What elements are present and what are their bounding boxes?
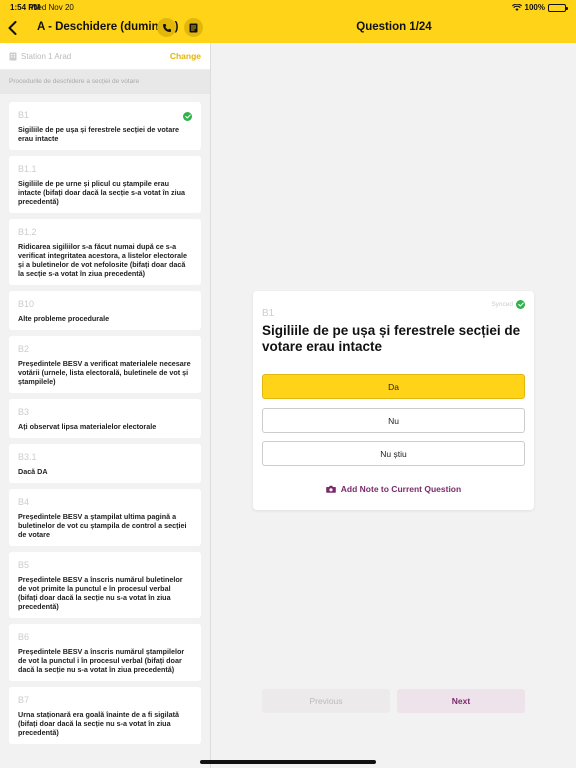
question-item-text: Urna staționară era goală înainte de a f… [18,710,179,737]
question-list-item[interactable]: B3 Ați observat lipsa materialelor electo… [9,399,201,438]
option-label: Nu [388,415,399,426]
question-list-item[interactable]: B1.2 Ridicarea sigiliilor s-a făcut numai… [9,219,201,285]
battery-icon [548,3,568,12]
section-title: Procedurile de deschidere a secției de v… [0,70,210,94]
option-nu-stiu[interactable]: Nu știu [262,441,525,466]
status-date: Wed Nov 20 [30,3,74,12]
status-bar: 1:54 PM Wed Nov 20 100% [0,0,576,14]
question-item-code: B1.2 [18,227,37,237]
sync-status: Synced [491,300,525,309]
question-item-code: B3.1 [18,452,37,462]
question-code: B1 [262,308,275,319]
guide-button[interactable] [184,18,203,37]
building-icon [9,52,17,60]
camera-icon [325,485,336,493]
question-item-code: B5 [18,560,30,570]
next-button[interactable]: Next [397,689,525,713]
question-list-item[interactable]: B3.1 Dacă DA [9,444,201,483]
question-list-item[interactable]: B1.1 Sigiliile de pe urne și plicul cu șt… [9,156,201,213]
previous-button[interactable]: Previous [262,689,390,713]
option-label: Da [388,381,399,392]
change-station-button[interactable]: Change [170,51,201,61]
question-item-code: B3 [18,407,30,417]
question-item-text: Președintele BESV a ștampilat ultima pag… [18,512,187,539]
question-item-text: Alte probleme procedurale [18,314,110,323]
phone-icon [162,23,171,32]
option-label: Nu știu [380,448,407,459]
question-list: B1 Sigiliile de pe ușa și ferestrele secț… [0,94,210,744]
question-item-text: Președintele BESV a înscris numărul ștam… [18,647,185,674]
wifi-icon [511,4,522,11]
sidebar: Station 1 Arad Change Procedurile de des… [0,43,211,768]
question-item-code: B10 [18,299,35,309]
question-item-text: Președintele BESV a verificat materialel… [18,359,191,386]
question-list-item[interactable]: B5 Președintele BESV a înscris numărul bu… [9,552,201,618]
question-item-code: B7 [18,695,30,705]
question-item-text: Ridicarea sigiliilor s-a făcut numai dup… [18,242,187,278]
question-list-item[interactable]: B7 Urna staționară era goală înainte de a… [9,687,201,744]
question-text: Sigiliile de pe ușa și ferestrele secție… [262,323,521,354]
question-item-text: Dacă DA [18,467,48,476]
question-card: Synced B1 Sigiliile de pe ușa și ferestr… [253,291,534,510]
question-item-code: B4 [18,497,30,507]
question-item-code: B2 [18,344,30,354]
option-nu[interactable]: Nu [262,408,525,433]
question-list-item[interactable]: B1 Sigiliile de pe ușa și ferestrele secț… [9,102,201,150]
status-right: 100% [511,3,568,12]
battery-percent: 100% [524,3,545,12]
station-name: Station 1 Arad [21,51,72,61]
add-note-label: Add Note to Current Question [340,484,462,494]
station-row: Station 1 Arad Change [0,43,210,70]
question-list-item[interactable]: B6 Președintele BESV a înscris numărul șt… [9,624,201,681]
main-panel: Synced B1 Sigiliile de pe ușa și ferestr… [212,43,576,768]
chevron-left-icon [8,21,16,35]
question-list-item[interactable]: B2 Președintele BESV a verificat material… [9,336,201,393]
check-circle-icon [183,112,192,121]
question-item-text: Ați observat lipsa materialelor electora… [18,422,157,431]
document-icon [189,23,198,32]
check-circle-icon [516,300,525,309]
question-counter: Question 1/24 [356,21,432,33]
add-note-button[interactable]: Add Note to Current Question [253,484,534,494]
question-list-item[interactable]: B4 Președintele BESV a ștampilat ultima p… [9,489,201,546]
question-item-code: B1 [18,110,30,120]
home-indicator [200,760,376,764]
question-item-code: B1.1 [18,164,37,174]
question-item-text: Președintele BESV a înscris numărul bule… [18,575,183,611]
synced-label: Synced [491,301,513,308]
call-button[interactable] [157,18,176,37]
question-list-item[interactable]: B10 Alte probleme procedurale [9,291,201,330]
question-item-code: B6 [18,632,30,642]
question-item-text: Sigiliile de pe ușa și ferestrele secție… [18,125,179,143]
question-item-text: Sigiliile de pe urne și plicul cu ștampi… [18,179,185,206]
back-button[interactable] [4,19,20,37]
top-bar: 1:54 PM Wed Nov 20 100% A - Deschidere (… [0,0,576,43]
option-da[interactable]: Da [262,374,525,399]
